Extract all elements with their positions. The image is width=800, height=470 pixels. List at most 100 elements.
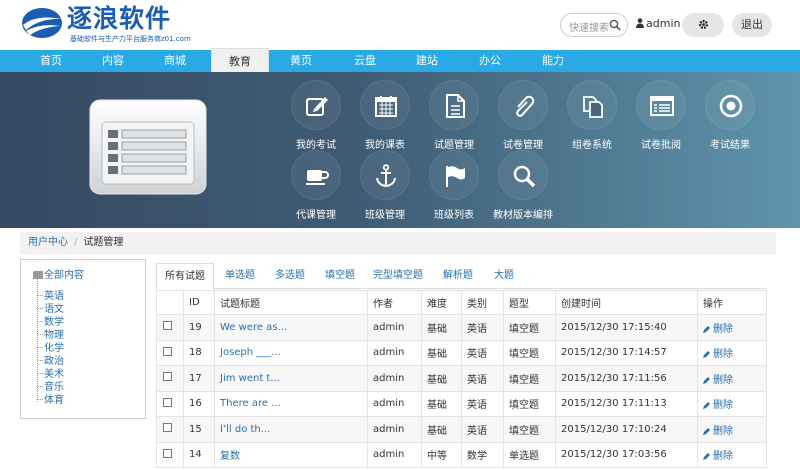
- row-checkbox[interactable]: [163, 423, 172, 433]
- tile-label: 班级管理: [365, 210, 405, 221]
- row-checkbox[interactable]: [163, 321, 172, 331]
- column-header-difficulty[interactable]: 难度: [421, 290, 462, 315]
- tile-substitute-management[interactable]: 代课管理: [281, 150, 351, 221]
- row-checkbox[interactable]: [163, 448, 172, 458]
- delete-button[interactable]: 删除: [703, 349, 733, 360]
- gear-icon: [698, 20, 708, 29]
- tile-class-list[interactable]: 班级列表: [419, 150, 489, 221]
- folder-icon: [33, 271, 43, 279]
- column-header-category[interactable]: 类别: [461, 290, 504, 315]
- tile-exam-results[interactable]: 考试结果: [695, 80, 765, 151]
- delete-button[interactable]: 删除: [703, 400, 733, 411]
- cell-type: 填空题: [503, 390, 556, 417]
- pencil-icon: [703, 453, 710, 461]
- cell-difficulty: 中等: [421, 441, 462, 468]
- cell-difficulty: 基础: [421, 416, 462, 443]
- column-header-type[interactable]: 题型: [503, 290, 556, 315]
- pencil-icon: [703, 402, 710, 410]
- flag-icon: [446, 166, 465, 187]
- cell-id: 18: [183, 339, 215, 366]
- delete-label: 删除: [713, 374, 733, 386]
- cell-author: admin: [367, 314, 422, 341]
- questions-table: ID 试题标题 作者 难度 类别 题型 创建时间 操作 19 We were a…: [156, 290, 767, 468]
- tile-my-schedule[interactable]: 我的课表: [350, 80, 420, 151]
- question-title-link[interactable]: There are ...: [220, 398, 281, 409]
- tab-multiple-choice[interactable]: 多选题: [268, 263, 312, 289]
- search-icon[interactable]: [609, 19, 621, 31]
- tile-my-exams[interactable]: 我的考试: [281, 80, 351, 151]
- main-nav: 首页 内容 商城 教育 黄页 云盘 建站 办公 能力: [0, 48, 800, 72]
- question-title-link[interactable]: We were as...: [220, 322, 287, 333]
- table-row: 17 Jim went t... admin 基础 英语 填空题 2015/12…: [156, 365, 767, 392]
- column-header-author[interactable]: 作者: [367, 290, 422, 315]
- tab-fill-blank[interactable]: 填空题: [318, 263, 362, 289]
- delete-label: 删除: [713, 349, 733, 361]
- tab-big-question[interactable]: 大题: [486, 263, 522, 289]
- nav-item-home[interactable]: 首页: [24, 50, 78, 72]
- breadcrumb: 用户中心 / 试题管理: [20, 232, 776, 254]
- delete-label: 删除: [713, 425, 733, 437]
- nav-item-shop[interactable]: 商城: [148, 50, 202, 72]
- tile-question-management[interactable]: 试题管理: [419, 80, 489, 151]
- question-type-tabs: 所有试题 单选题 多选题 填空题 完型填空题 解析题 大题: [156, 263, 766, 290]
- nav-item-cloud-disk[interactable]: 云盘: [338, 50, 392, 72]
- column-header-id[interactable]: ID: [183, 290, 215, 315]
- tile-class-management[interactable]: 班级管理: [350, 150, 420, 221]
- nav-item-ability[interactable]: 能力: [526, 50, 580, 72]
- tile-label: 试卷管理: [503, 140, 543, 151]
- cell-created: 2015/12/30 17:14:57: [555, 339, 698, 366]
- table-row: 16 There are ... admin 基础 英语 填空题 2015/12…: [156, 390, 767, 417]
- tile-paper-review[interactable]: 试卷批阅: [626, 80, 696, 151]
- nav-item-content[interactable]: 内容: [86, 50, 140, 72]
- breadcrumb-user-center[interactable]: 用户中心: [28, 237, 68, 248]
- column-header-title[interactable]: 试题标题: [214, 290, 368, 315]
- nav-item-site-builder[interactable]: 建站: [400, 50, 454, 72]
- list-window-icon: [650, 96, 674, 116]
- nav-item-yellow-pages[interactable]: 黄页: [274, 50, 328, 72]
- delete-button[interactable]: 删除: [703, 375, 733, 386]
- delete-label: 删除: [713, 323, 733, 335]
- cell-difficulty: 基础: [421, 390, 462, 417]
- document-icon: [446, 94, 465, 118]
- question-title-link[interactable]: Jim went t...: [220, 373, 280, 384]
- column-header-created[interactable]: 创建时间: [555, 290, 698, 315]
- row-checkbox[interactable]: [163, 397, 172, 407]
- table-row: 15 I’ll do th... admin 基础 英语 填空题 2015/12…: [156, 416, 767, 443]
- row-checkbox[interactable]: [163, 346, 172, 356]
- tile-label: 考试结果: [710, 140, 750, 151]
- tree-root[interactable]: 全部内容: [33, 266, 84, 281]
- delete-button[interactable]: 删除: [703, 426, 733, 437]
- tab-single-choice[interactable]: 单选题: [218, 263, 262, 289]
- table-header-row: ID 试题标题 作者 难度 类别 题型 创建时间 操作: [156, 290, 767, 315]
- delete-button[interactable]: 删除: [703, 451, 733, 462]
- delete-button[interactable]: 删除: [703, 324, 733, 335]
- pencil-icon: [703, 351, 710, 359]
- tab-all-questions[interactable]: 所有试题: [156, 263, 214, 290]
- cell-difficulty: 基础: [421, 365, 462, 392]
- quick-search-input[interactable]: 快速搜索: [560, 13, 628, 37]
- brand-logo[interactable]: 逐浪软件 基础软件与生产力平台服务商z01.com: [20, 4, 210, 44]
- tile-textbook-versions[interactable]: 教材版本编排: [488, 150, 558, 221]
- tab-cloze[interactable]: 完型填空题: [368, 263, 428, 289]
- tile-paper-management[interactable]: 试卷管理: [488, 80, 558, 151]
- settings-button[interactable]: [682, 13, 724, 37]
- tile-label: 我的课表: [365, 140, 405, 151]
- question-title-link[interactable]: I’ll do th...: [220, 424, 270, 435]
- cell-created: 2015/12/30 17:11:56: [555, 365, 698, 392]
- cell-category: 英语: [461, 314, 504, 341]
- cell-type: 填空题: [503, 416, 556, 443]
- cell-author: admin: [367, 339, 422, 366]
- row-checkbox[interactable]: [163, 372, 172, 382]
- tree-item-pe[interactable]: 体育: [38, 391, 64, 406]
- logout-button[interactable]: 退出: [732, 13, 772, 37]
- cell-category: 英语: [461, 365, 504, 392]
- current-user[interactable]: admin: [636, 17, 680, 30]
- select-column-header: [156, 290, 184, 315]
- cell-id: 16: [183, 390, 215, 417]
- tile-paper-assembly[interactable]: 组卷系统: [557, 80, 627, 151]
- nav-item-education[interactable]: 教育: [211, 48, 269, 72]
- question-title-link[interactable]: 复数: [220, 451, 240, 462]
- question-title-link[interactable]: Joseph ___...: [220, 347, 281, 358]
- tab-analysis[interactable]: 解析题: [436, 263, 480, 289]
- nav-item-office[interactable]: 办公: [463, 50, 517, 72]
